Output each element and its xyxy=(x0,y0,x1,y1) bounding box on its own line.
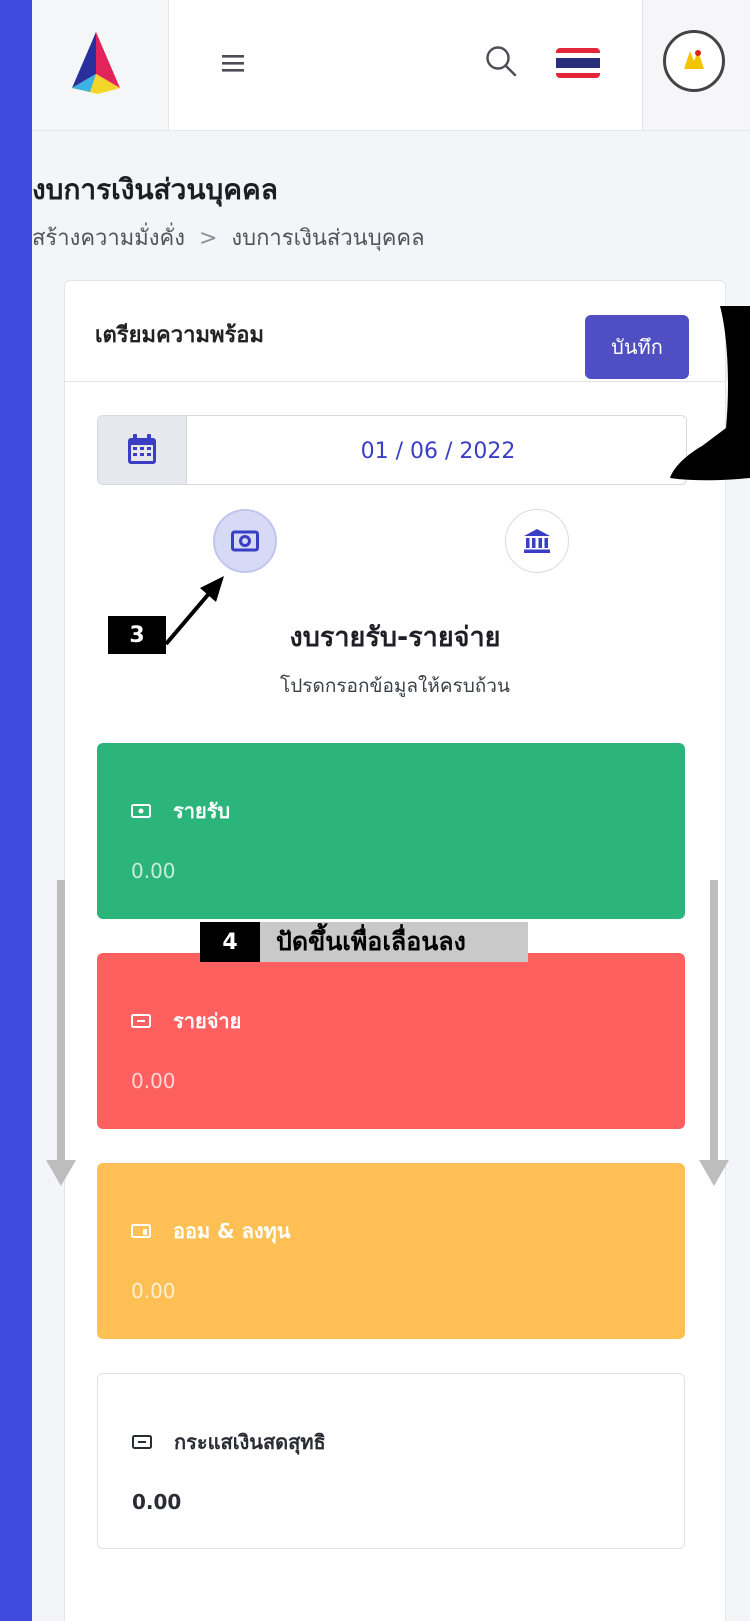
breadcrumb-link[interactable]: สร้างความมั่งคั่ง xyxy=(32,226,185,251)
cash-icon xyxy=(231,530,259,552)
expense-label: รายจ่าย xyxy=(173,1009,242,1033)
brand-area[interactable] xyxy=(32,0,169,130)
expense-label-row: รายจ่าย xyxy=(131,1005,241,1037)
bank-icon xyxy=(524,529,550,553)
saving-label-row: ออม & ลงทุน xyxy=(131,1215,290,1247)
card-header: เตรียมความพร้อม บันทึก xyxy=(65,281,725,382)
saving-value: 0.00 xyxy=(131,1279,176,1303)
income-label-row: รายรับ xyxy=(131,795,230,827)
income-icon xyxy=(131,804,151,818)
net-cashflow-value: 0.00 xyxy=(132,1490,182,1514)
hamburger-icon[interactable] xyxy=(222,52,244,74)
cash-mode-button[interactable] xyxy=(213,509,277,573)
net-cashflow-box[interactable]: กระแสเงินสดสุทธิ 0.00 xyxy=(97,1373,685,1549)
step-3-badge: 3 xyxy=(108,616,166,654)
income-label: รายรับ xyxy=(173,799,231,823)
pointer-arrow-icon xyxy=(164,576,224,646)
expense-box[interactable]: รายจ่าย 0.00 xyxy=(97,953,685,1129)
card-title: เตรียมความพร้อม xyxy=(95,323,264,348)
saving-icon xyxy=(131,1224,151,1238)
breadcrumb: สร้างความมั่งคั่ง > งบการเงินส่วนบุคคล xyxy=(32,220,425,255)
calendar-addon[interactable] xyxy=(98,416,187,484)
bank-mode-button[interactable] xyxy=(505,509,569,573)
thailand-flag-icon[interactable] xyxy=(556,48,600,78)
date-picker[interactable] xyxy=(97,415,687,485)
app-screen: งบการเงินส่วนบุคคล สร้างความมั่งคั่ง > งบก… xyxy=(32,0,750,1621)
net-cashflow-label: กระแสเงินสดสุทธิ xyxy=(174,1430,326,1454)
top-navbar xyxy=(32,0,750,131)
app-logo-icon xyxy=(72,32,120,94)
step-4-badge: 4 xyxy=(200,922,260,962)
swipe-hint-arrow-left xyxy=(46,880,76,1186)
step-4-instruction: ปัดขึ้นเพื่อเลื่อนลง xyxy=(260,922,528,962)
hand-drawn-marker-icon xyxy=(670,306,750,481)
search-icon[interactable] xyxy=(484,44,518,78)
income-box[interactable]: รายรับ 0.00 xyxy=(97,743,685,919)
net-cashflow-label-row: กระแสเงินสดสุทธิ xyxy=(132,1426,326,1458)
income-value: 0.00 xyxy=(131,859,176,883)
date-input[interactable] xyxy=(187,416,686,484)
saving-investment-box[interactable]: ออม & ลงทุน 0.00 xyxy=(97,1163,685,1339)
page-title: งบการเงินส่วนบุคคล xyxy=(32,173,278,206)
net-cashflow-icon xyxy=(132,1435,152,1449)
breadcrumb-separator: > xyxy=(198,226,218,251)
expense-icon xyxy=(131,1014,151,1028)
breadcrumb-current: งบการเงินส่วนบุคคล xyxy=(231,226,425,251)
user-avatar[interactable] xyxy=(663,30,725,92)
user-menu[interactable] xyxy=(642,0,750,130)
calendar-icon xyxy=(128,434,156,464)
avatar-logo-icon xyxy=(678,45,710,77)
expense-value: 0.00 xyxy=(131,1069,176,1093)
saving-label: ออม & ลงทุน xyxy=(173,1219,291,1243)
swipe-hint-arrow-right xyxy=(699,880,729,1186)
section-subtitle: โปรดกรอกข้อมูลให้ครบถ้วน xyxy=(280,675,510,697)
